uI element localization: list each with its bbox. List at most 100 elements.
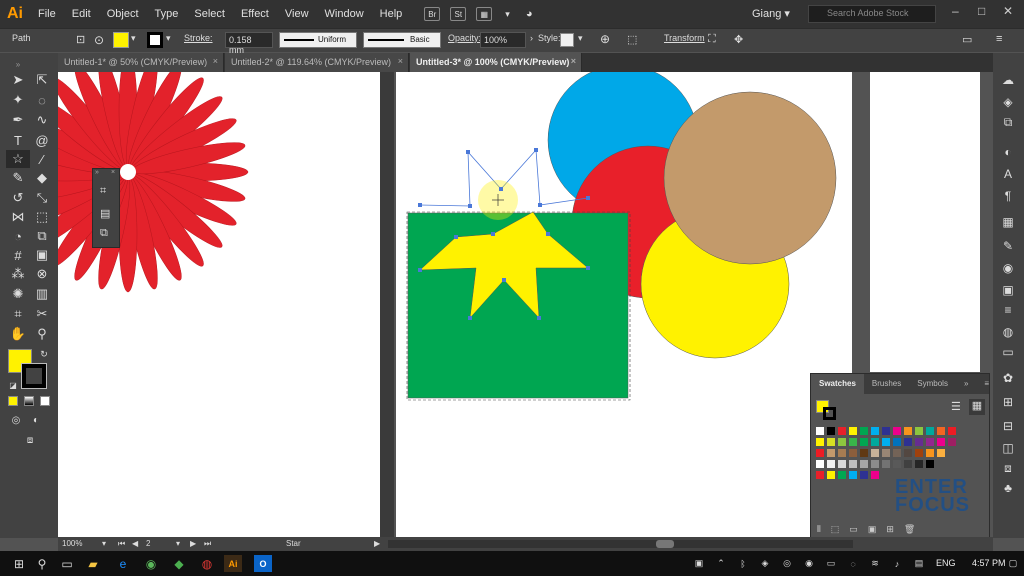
panel-menu-icon[interactable]: ≡ xyxy=(976,374,997,394)
lasso-tool-icon[interactable]: ◌ xyxy=(32,91,52,109)
close-icon[interactable]: × xyxy=(213,56,218,66)
eraser-tool-icon[interactable]: ◆ xyxy=(32,169,52,187)
menu-type[interactable]: Type xyxy=(147,8,187,20)
swatch[interactable] xyxy=(837,459,847,469)
chevron-down-icon[interactable]: ▾ xyxy=(166,33,171,44)
pathfinder-icon[interactable]: ◫ xyxy=(999,439,1017,457)
tab-brushes[interactable]: Brushes xyxy=(864,374,909,394)
swatch[interactable] xyxy=(914,459,924,469)
bluetooth-icon[interactable]: ᛒ xyxy=(734,555,752,572)
screen-mode-icon[interactable]: ⧈ xyxy=(20,431,40,449)
minimize-icon[interactable]: – xyxy=(952,4,959,18)
selection-tool-icon[interactable]: ➤ xyxy=(8,71,28,89)
chrome-icon[interactable]: ◍ xyxy=(198,555,216,572)
language-indicator[interactable]: ENG xyxy=(936,558,956,568)
zoom-tool-icon[interactable]: ⚲ xyxy=(32,325,52,343)
gradient-mode-icon[interactable] xyxy=(24,396,34,406)
shaper-tool-icon[interactable]: ✎ xyxy=(8,169,28,187)
tab-swatches[interactable]: Swatches xyxy=(811,374,864,394)
free-transform-tool-icon[interactable]: ⬚ xyxy=(32,208,52,226)
swatch[interactable] xyxy=(870,470,880,480)
swatch[interactable] xyxy=(826,470,836,480)
swatch[interactable] xyxy=(859,459,869,469)
tab-symbols[interactable]: Symbols xyxy=(909,374,956,394)
blend-tool-icon[interactable]: ⊗ xyxy=(32,265,52,283)
width-tool-icon[interactable]: ⋈ xyxy=(8,208,28,226)
column-graph-tool-icon[interactable]: ▥ xyxy=(32,285,52,303)
swatch[interactable] xyxy=(826,426,836,436)
swatch[interactable] xyxy=(859,448,869,458)
menu-file[interactable]: File xyxy=(30,8,64,20)
wifi-icon[interactable]: ≋ xyxy=(866,555,884,572)
scrollbar-thumb[interactable] xyxy=(656,540,674,548)
pen-tool-icon[interactable]: ✒ xyxy=(8,111,28,129)
swatch-options-icon[interactable]: ▭ xyxy=(849,524,858,536)
swatch[interactable] xyxy=(892,459,902,469)
swatch[interactable] xyxy=(881,448,891,458)
paintbrush-tool-icon[interactable]: ⁄ xyxy=(32,150,52,168)
swatch[interactable] xyxy=(848,459,858,469)
curvature-tool-icon[interactable]: ∿ xyxy=(32,111,52,129)
swatch[interactable] xyxy=(837,426,847,436)
libraries-icon[interactable]: ☁ xyxy=(999,71,1017,89)
chevron-up-icon[interactable]: ⌃ xyxy=(712,555,730,572)
direct-selection-tool-icon[interactable]: ⇱ xyxy=(32,71,52,89)
bridge-button[interactable]: Br xyxy=(424,7,441,21)
swatch[interactable] xyxy=(848,448,858,458)
swatch[interactable] xyxy=(848,470,858,480)
stroke-color-box[interactable] xyxy=(21,363,47,389)
swatch[interactable] xyxy=(859,426,869,436)
swatch[interactable] xyxy=(837,448,847,458)
swatch[interactable] xyxy=(815,470,825,480)
swatches-icon[interactable]: ▦ xyxy=(999,213,1017,231)
swatch[interactable] xyxy=(903,437,913,447)
opacity-label[interactable]: Opacity: xyxy=(448,33,481,43)
chevron-down-icon[interactable]: ▾ xyxy=(497,9,518,20)
chevron-down-icon[interactable]: ▾ xyxy=(578,33,583,44)
swatch[interactable] xyxy=(881,437,891,447)
slice-tool-icon[interactable]: ✂ xyxy=(32,305,52,323)
chevron-right-icon[interactable]: › xyxy=(530,33,533,43)
artboards-icon[interactable]: ⧉ xyxy=(999,113,1017,131)
swatch[interactable] xyxy=(903,448,913,458)
previous-artboard-icon[interactable]: ◀ xyxy=(132,539,138,548)
stroke-indicator[interactable] xyxy=(823,407,836,420)
next-artboard-icon[interactable]: ▶ xyxy=(190,539,196,548)
app-icon[interactable]: ◉ xyxy=(142,555,160,572)
swatch[interactable] xyxy=(892,448,902,458)
swatch[interactable] xyxy=(881,459,891,469)
task-view-icon[interactable]: ▭ xyxy=(58,555,76,572)
tray-app-icon[interactable]: ◎ xyxy=(778,555,796,572)
swatch[interactable] xyxy=(815,437,825,447)
spiral-tool-icon[interactable]: @ xyxy=(32,131,52,149)
fill-swatch[interactable] xyxy=(113,32,129,48)
swatch[interactable] xyxy=(892,426,902,436)
menu-edit[interactable]: Edit xyxy=(64,8,99,20)
clock[interactable]: 4:57 PM xyxy=(972,558,1006,568)
list-view-icon[interactable]: ☰ xyxy=(951,400,961,413)
last-artboard-icon[interactable]: ⏭ xyxy=(204,539,211,549)
transform-icon[interactable]: ⊞ xyxy=(999,393,1017,411)
none-mode-icon[interactable] xyxy=(40,396,50,406)
illustrator-taskbar-icon[interactable]: Ai xyxy=(224,555,242,572)
swatch[interactable] xyxy=(826,448,836,458)
notifications-icon[interactable]: ▢ xyxy=(1004,555,1022,572)
globe-icon[interactable]: ⊕ xyxy=(600,32,610,46)
draw-behind-icon[interactable]: ◐ xyxy=(26,411,46,429)
show-kinds-icon[interactable]: ⬚ xyxy=(831,524,840,536)
menu-object[interactable]: Object xyxy=(99,8,147,20)
hand-tool-icon[interactable]: ✋ xyxy=(8,325,28,343)
artboard-tool-icon[interactable]: ⌗ xyxy=(8,305,28,323)
swatch[interactable] xyxy=(925,448,935,458)
edge-icon[interactable]: e xyxy=(114,555,132,572)
gradient-tool-icon[interactable]: ▣ xyxy=(32,246,52,264)
character-icon[interactable]: A xyxy=(999,165,1017,183)
tab-untitled-2[interactable]: Untitled-2* @ 119.64% (CMYK/Preview) × xyxy=(225,53,409,72)
swatch[interactable] xyxy=(848,426,858,436)
tray-app-icon[interactable]: ◉ xyxy=(800,555,818,572)
swatch[interactable] xyxy=(815,459,825,469)
tray-app-icon[interactable]: ◈ xyxy=(756,555,774,572)
close-icon[interactable]: × xyxy=(398,56,403,66)
volume-icon[interactable]: ♪ xyxy=(888,555,906,572)
swatch[interactable] xyxy=(881,426,891,436)
